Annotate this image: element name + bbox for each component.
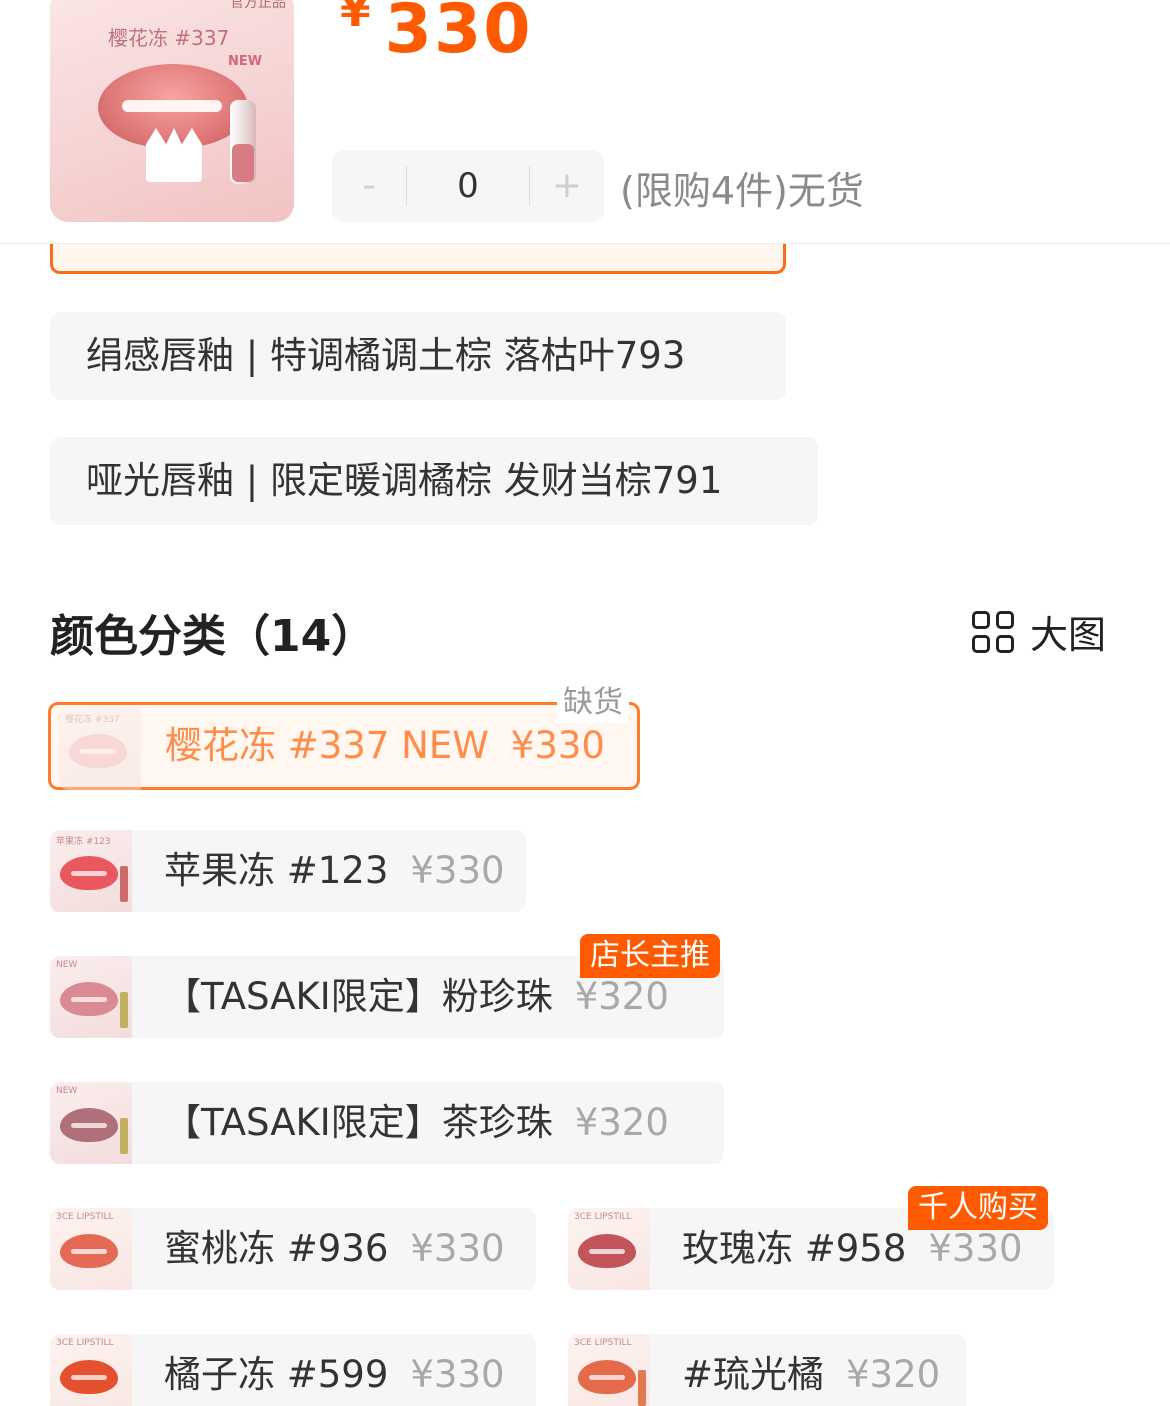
recommend-badge: 店长主推 (580, 934, 720, 978)
color-option[interactable]: 苹果冻 #123 苹果冻 #123 ¥330 (50, 830, 526, 912)
color-option[interactable]: NEW 【TASAKI限定】茶珍珠 ¥320 (50, 1082, 724, 1164)
lips-image (60, 982, 118, 1016)
color-name: #琉光橘 (682, 1353, 825, 1396)
color-price: ¥330 (510, 724, 605, 767)
thumbnail-text: NEW (56, 960, 78, 970)
color-thumbnail: 苹果冻 #123 (50, 830, 132, 912)
sold-out-tag: 缺货 (557, 683, 629, 723)
lips-image (69, 734, 127, 768)
purchase-limit-status: (限购4件)无货 (620, 169, 864, 213)
color-price: ¥320 (574, 1101, 669, 1144)
lipstick-image (638, 1370, 646, 1406)
color-option[interactable]: NEW 【TASAKI限定】粉珍珠 ¥320 店长主推 (50, 934, 724, 1038)
color-thumbnail: 3CE LIPSTILL (50, 1334, 132, 1406)
color-thumbnail: 樱花冻 #337 (59, 708, 141, 790)
color-option[interactable]: 3CE LIPSTILL 橘子冻 #599 ¥330 (50, 1334, 536, 1406)
lipstick-image (120, 1118, 128, 1154)
style-option[interactable]: 绢感唇釉 | 特调橘调土棕 落枯叶793 (50, 312, 786, 400)
color-thumbnail: 3CE LIPSTILL (50, 1208, 132, 1290)
thumbnail-product-name: 樱花冻 #337 (108, 26, 230, 50)
color-option[interactable]: 3CE LIPSTILL 玫瑰冻 #958 ¥330 千人购买 (568, 1186, 1054, 1290)
color-thumbnail: 3CE LIPSTILL (568, 1208, 650, 1290)
color-option-label: 樱花冻 #337 NEW ¥330 (165, 705, 605, 787)
color-price: ¥320 (574, 975, 669, 1018)
thumbnail-text: NEW (56, 1086, 78, 1096)
currency-symbol: ¥ (340, 0, 371, 37)
product-price: ¥330 (340, 0, 533, 69)
decrease-button[interactable]: - (332, 150, 406, 222)
quantity-value[interactable]: 0 (407, 150, 529, 222)
color-price: ¥330 (410, 849, 505, 892)
thumbnail-text: 樱花冻 #337 (65, 715, 120, 725)
thumbnail-text: 3CE LIPSTILL (574, 1212, 632, 1222)
color-price: ¥330 (410, 1227, 505, 1270)
color-thumbnail: 3CE LIPSTILL (568, 1334, 650, 1406)
color-price: ¥330 (928, 1227, 1023, 1270)
thumbnail-brand-text: 官方正品 (230, 0, 286, 11)
lips-image (60, 1108, 118, 1142)
big-image-label: 大图 (1030, 613, 1107, 657)
lipstick-image (120, 866, 128, 902)
lips-image (60, 856, 118, 890)
crown-stand-image (146, 128, 202, 182)
thumbnail-new-tag: NEW (228, 54, 263, 69)
thumbnail-text: 3CE LIPSTILL (56, 1212, 114, 1222)
style-option[interactable]: 哑光唇釉 | 限定暖调橘棕 发财当棕791 (50, 437, 818, 525)
color-option-label: #琉光橘 ¥320 (682, 1334, 940, 1406)
popular-badge: 千人购买 (908, 1186, 1048, 1230)
increase-button[interactable]: + (530, 150, 604, 222)
product-thumbnail[interactable]: 官方正品 樱花冻 #337 NEW (50, 0, 294, 222)
lips-image (578, 1234, 636, 1268)
color-option[interactable]: 3CE LIPSTILL #琉光橘 ¥320 (568, 1334, 966, 1406)
color-name: 蜜桃冻 #936 (164, 1227, 389, 1270)
price-value: 330 (384, 0, 533, 69)
lips-image (60, 1234, 118, 1268)
color-price: ¥330 (410, 1353, 505, 1396)
color-section-title: 颜色分类（14） (50, 611, 376, 662)
quantity-stepper: - 0 + (332, 150, 604, 222)
product-summary-header: 官方正品 樱花冻 #337 NEW ¥330 - 0 + (限购4件)无货 (0, 0, 1170, 244)
thumbnail-text: 3CE LIPSTILL (574, 1338, 632, 1348)
color-name: 玫瑰冻 #958 (682, 1227, 907, 1270)
color-name: 苹果冻 #123 (164, 849, 389, 892)
color-thumbnail: NEW (50, 1082, 132, 1164)
color-option-label: 苹果冻 #123 ¥330 (164, 830, 505, 912)
thumbnail-text: 苹果冻 #123 (56, 837, 111, 847)
color-option-label: 【TASAKI限定】茶珍珠 ¥320 (164, 1082, 669, 1164)
color-option-label: 橘子冻 #599 ¥330 (164, 1334, 505, 1406)
thumbnail-text: 3CE LIPSTILL (56, 1338, 114, 1348)
color-name: 樱花冻 #337 NEW (165, 724, 489, 767)
lips-image (60, 1360, 118, 1394)
big-image-toggle[interactable]: 大图 (972, 604, 1106, 659)
lips-image (578, 1360, 636, 1394)
color-name: 【TASAKI限定】粉珍珠 (164, 975, 553, 1018)
lipgloss-tube-image (230, 100, 256, 184)
lipstick-image (120, 992, 128, 1028)
color-name: 橘子冻 #599 (164, 1353, 389, 1396)
grid-view-icon (972, 610, 1014, 653)
color-option[interactable]: 3CE LIPSTILL 蜜桃冻 #936 ¥330 (50, 1208, 536, 1290)
color-thumbnail: NEW (50, 956, 132, 1038)
color-price: ¥320 (846, 1353, 941, 1396)
color-option-label: 蜜桃冻 #936 ¥330 (164, 1208, 505, 1290)
color-name: 【TASAKI限定】茶珍珠 (164, 1101, 553, 1144)
color-option-selected[interactable]: 樱花冻 #337 樱花冻 #337 NEW ¥330 缺货 (48, 683, 640, 790)
